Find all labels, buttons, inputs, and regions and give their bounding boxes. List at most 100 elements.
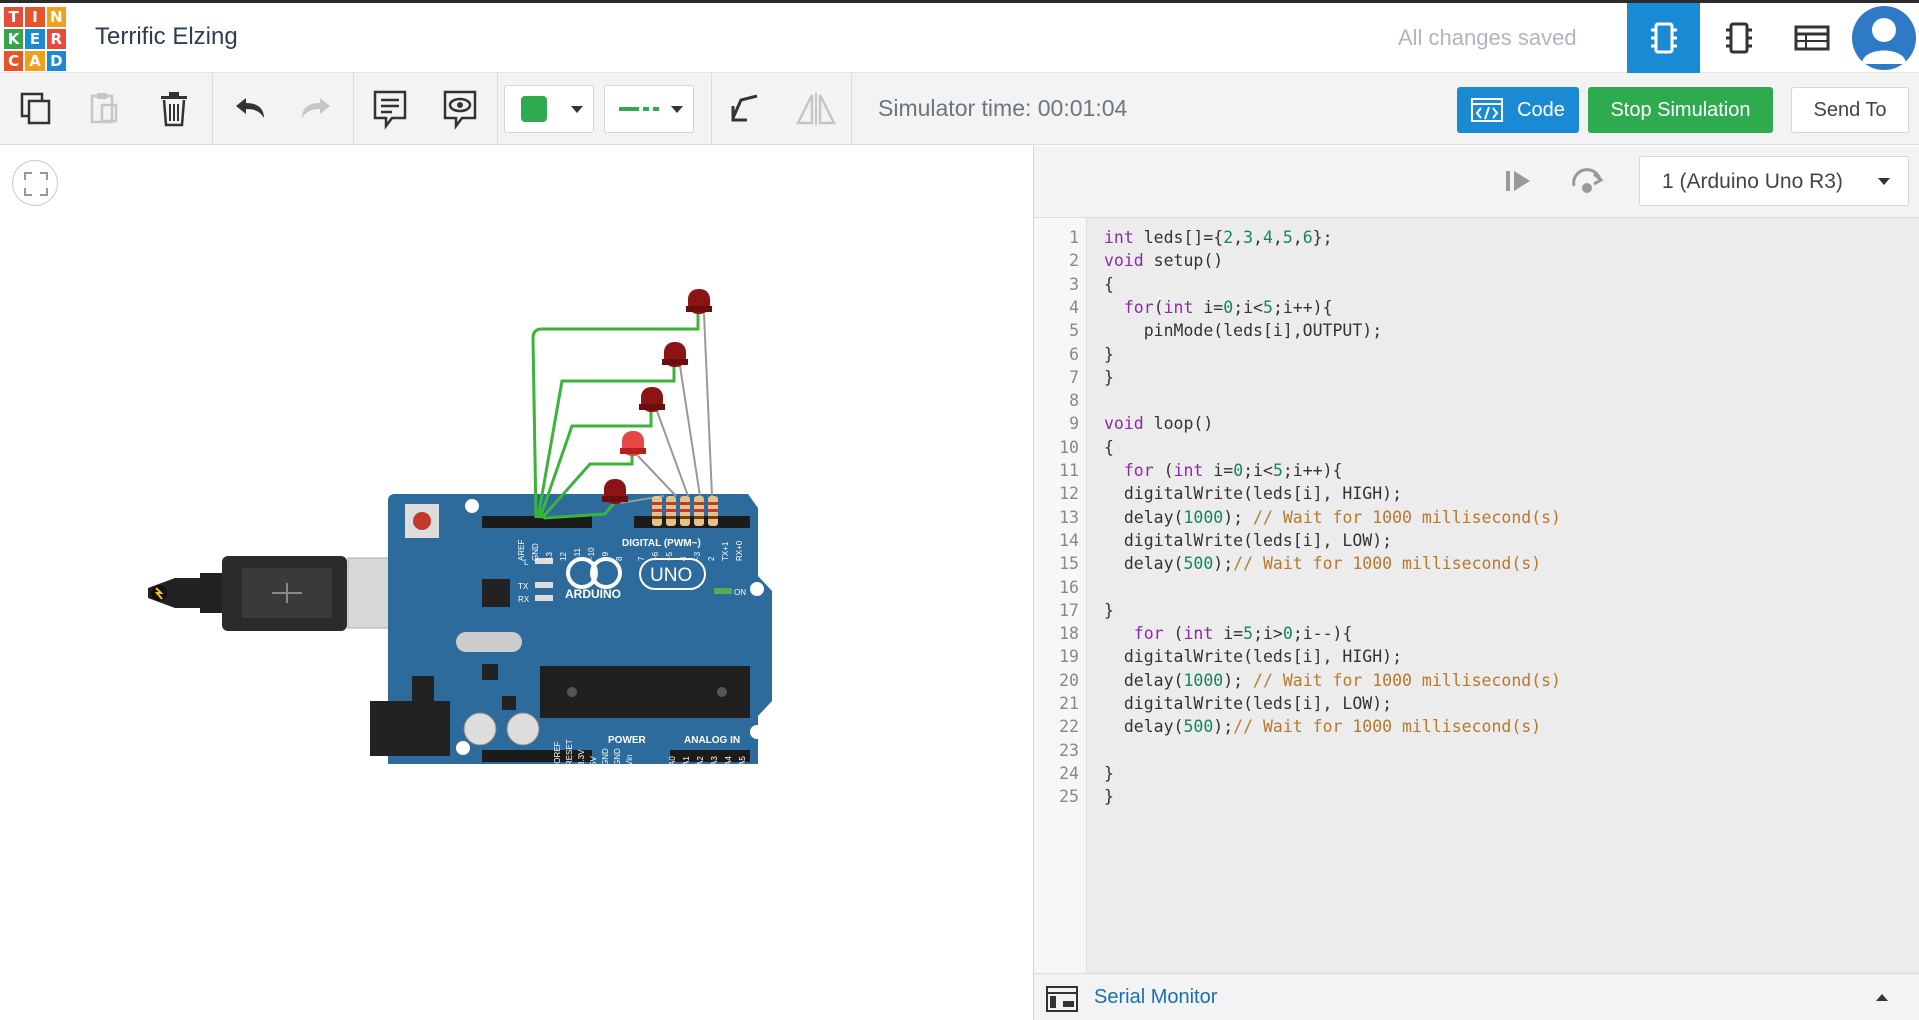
- led-5[interactable]: [602, 479, 628, 504]
- debugger-button[interactable]: [1570, 166, 1604, 201]
- code-line[interactable]: 3{: [1034, 273, 1919, 296]
- circuit-view-button[interactable]: [1627, 3, 1700, 73]
- code-line[interactable]: 25}: [1034, 785, 1919, 808]
- pin-label: 7: [637, 556, 646, 561]
- component-list-button[interactable]: [1775, 3, 1848, 73]
- board-selector-label: 1 (Arduino Uno R3): [1662, 170, 1843, 193]
- line-number: 6: [1069, 344, 1079, 364]
- rx-led-label: RX: [518, 595, 530, 604]
- code-line[interactable]: 7}: [1034, 366, 1919, 389]
- undo-button[interactable]: [226, 85, 274, 133]
- code-line[interactable]: 4 for(int i=0;i<5;i++){: [1034, 296, 1919, 319]
- code-line[interactable]: 22 delay(500);// Wait for 1000 milliseco…: [1034, 715, 1919, 738]
- pin-label: A3: [710, 756, 719, 766]
- code-line[interactable]: 14 digitalWrite(leds[i], LOW);: [1034, 529, 1919, 552]
- code-text: void setup(): [1104, 251, 1224, 271]
- line-number: 1: [1069, 228, 1079, 247]
- serial-monitor-icon: [1046, 986, 1078, 1012]
- step-play-icon: [1506, 171, 1530, 191]
- project-title[interactable]: Terrific Elzing: [95, 23, 238, 51]
- led-1[interactable]: [686, 289, 712, 314]
- code-text: digitalWrite(leds[i], HIGH);: [1104, 647, 1403, 667]
- notes-button[interactable]: [366, 85, 414, 133]
- resistors[interactable]: [652, 496, 718, 526]
- user-avatar[interactable]: [1852, 6, 1916, 70]
- code-text: }: [1104, 344, 1114, 364]
- logo-letter: N: [46, 7, 66, 27]
- code-button[interactable]: Code: [1457, 87, 1579, 133]
- code-line[interactable]: 15 delay(500);// Wait for 1000 milliseco…: [1034, 552, 1919, 575]
- line-number: 17: [1059, 600, 1079, 620]
- code-line[interactable]: 12 digitalWrite(leds[i], HIGH);: [1034, 482, 1919, 505]
- digital-pins-label: DIGITAL (PWM~): [622, 538, 701, 549]
- line-number: 13: [1059, 507, 1079, 527]
- code-editor-header: 1 (Arduino Uno R3): [1034, 146, 1919, 218]
- paste-button[interactable]: [80, 85, 128, 133]
- rotate-button[interactable]: [720, 85, 768, 133]
- code-line[interactable]: 18 for (int i=5;i>0;i--){: [1034, 622, 1919, 645]
- pin-label: GND: [613, 748, 622, 766]
- toggle-notes-button[interactable]: [436, 85, 484, 133]
- wire-style-picker[interactable]: [604, 85, 694, 133]
- line-number: 20: [1059, 670, 1079, 690]
- code-line[interactable]: 1 int leds[]={2,3,4,5,6};: [1034, 226, 1919, 249]
- copy-button[interactable]: [12, 85, 60, 133]
- color-picker[interactable]: [504, 85, 594, 133]
- delete-button[interactable]: [150, 85, 198, 133]
- rotate-icon: [731, 94, 758, 122]
- redo-button[interactable]: [292, 85, 340, 133]
- code-line[interactable]: 21 digitalWrite(leds[i], LOW);: [1034, 692, 1919, 715]
- serial-monitor-bar[interactable]: Serial Monitor: [1034, 973, 1919, 1020]
- power-pins-label: POWER: [608, 735, 647, 746]
- code-text: digitalWrite(leds[i], LOW);: [1104, 530, 1393, 550]
- stop-simulation-button[interactable]: Stop Simulation: [1588, 87, 1773, 133]
- flip-button[interactable]: [792, 85, 840, 133]
- pin-label: 5V: [589, 756, 598, 766]
- code-text: for (int i=0;i<5;i++){: [1123, 461, 1343, 480]
- serial-monitor-label: Serial Monitor: [1094, 986, 1218, 1008]
- code-line[interactable]: 10 {: [1034, 436, 1919, 459]
- logo-letter: K: [4, 29, 24, 49]
- code-line[interactable]: 9 void loop(): [1034, 412, 1919, 435]
- line-number: 12: [1059, 484, 1079, 504]
- code-line[interactable]: 16: [1034, 576, 1919, 599]
- code-text: digitalWrite(leds[i], LOW);: [1104, 694, 1393, 713]
- code-text: {: [1104, 274, 1114, 294]
- send-to-button[interactable]: Send To: [1791, 87, 1909, 133]
- step-button[interactable]: [1504, 168, 1534, 199]
- code-line[interactable]: 19 digitalWrite(leds[i], HIGH);: [1034, 645, 1919, 668]
- code-line[interactable]: 17}: [1034, 599, 1919, 622]
- pin-label: Vin: [625, 755, 634, 766]
- arduino-uno-board[interactable]: [370, 494, 772, 764]
- code-line[interactable]: 23: [1034, 739, 1919, 762]
- code-line[interactable]: 5 pinMode(leds[i],OUTPUT);: [1034, 319, 1919, 342]
- toolbar-divider: [851, 73, 852, 145]
- tinkercad-logo[interactable]: TIN KER CAD: [4, 7, 66, 71]
- board-brand-text: ARDUINO: [565, 587, 621, 601]
- board-selector[interactable]: 1 (Arduino Uno R3): [1639, 156, 1909, 206]
- code-text: {: [1104, 437, 1114, 457]
- code-line[interactable]: 20 delay(1000); // Wait for 1000 millise…: [1034, 669, 1919, 692]
- pin-label: TX+1: [721, 541, 730, 561]
- toolbar: Simulator time: 00:01:04 Code Stop Simul…: [0, 73, 1919, 145]
- tinkercad-app: TIN KER CAD Terrific Elzing All changes sa…: [0, 0, 1919, 1020]
- led-3[interactable]: [639, 387, 665, 412]
- code-line[interactable]: 13 delay(1000); // Wait for 1000 millise…: [1034, 506, 1919, 529]
- code-editor-panel: 1 (Arduino Uno R3) 1 int leds[]={2,3,4,5,…: [1033, 146, 1919, 1020]
- code-text: delay(500);// Wait for 1000 millisecond(…: [1104, 717, 1542, 737]
- logo-letter: T: [4, 7, 24, 27]
- pin-label: 4: [679, 556, 688, 561]
- code-text: }: [1104, 367, 1114, 387]
- code-line[interactable]: 11 for (int i=0;i<5;i++){: [1034, 459, 1919, 482]
- schematic-view-button[interactable]: [1702, 3, 1775, 73]
- code-line[interactable]: 6}: [1034, 343, 1919, 366]
- pin-label: ~6: [651, 551, 660, 561]
- line-number: 14: [1059, 530, 1079, 550]
- circuit-canvas[interactable]: ARDUINO UNO DIGITAL (PWM~) POWER ANALOG …: [0, 146, 1033, 1020]
- led-4[interactable]: [620, 431, 646, 456]
- led-2[interactable]: [662, 342, 688, 367]
- save-status: All changes saved: [1398, 25, 1577, 50]
- code-line[interactable]: 24}: [1034, 762, 1919, 785]
- code-line[interactable]: 2 void setup(): [1034, 249, 1919, 272]
- code-line[interactable]: 8: [1034, 389, 1919, 412]
